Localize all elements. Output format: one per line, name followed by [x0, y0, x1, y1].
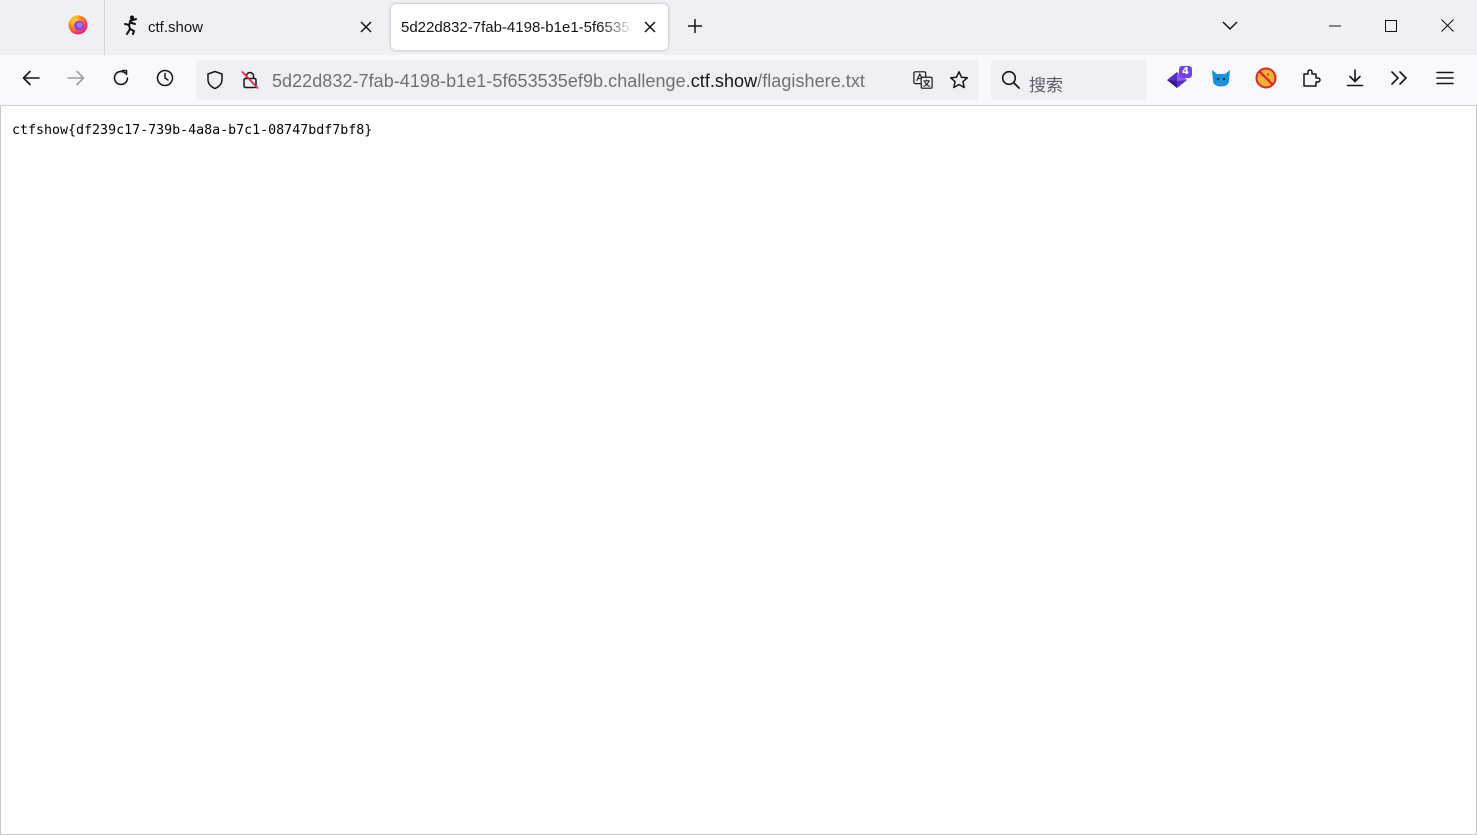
- list-all-tabs-button[interactable]: [1214, 11, 1246, 43]
- download-icon: [1345, 68, 1365, 93]
- url-text[interactable]: 5d22d832-7fab-4198-b1e1-5f653535ef9b.cha…: [272, 71, 865, 92]
- tab-title: ctf.show: [148, 18, 204, 36]
- arrow-left-icon: [22, 70, 40, 91]
- more-tools-button[interactable]: [1383, 64, 1417, 96]
- maximize-button[interactable]: [1362, 0, 1419, 55]
- shield-icon[interactable]: [205, 70, 225, 90]
- hamburger-menu-icon: [1436, 71, 1454, 90]
- puzzle-piece-icon: [1301, 68, 1321, 93]
- minimize-button[interactable]: [1306, 0, 1363, 55]
- minimize-icon: [1328, 19, 1341, 37]
- blocked-cookie-extension-icon: [1255, 67, 1277, 94]
- url-prefix: 5d22d832-7fab-4198-b1e1-5f653535ef9b.cha…: [272, 71, 691, 91]
- extension-badge: 4: [1179, 66, 1192, 78]
- extension-button-orange[interactable]: [1249, 64, 1283, 96]
- firefox-logo-icon: [67, 14, 89, 41]
- close-window-button[interactable]: [1419, 0, 1476, 55]
- search-bar[interactable]: 搜索: [991, 60, 1147, 100]
- history-button[interactable]: [148, 64, 182, 96]
- flag-text: ctfshow{df239c17-739b-4a8a-b7c1-08747bdf…: [12, 123, 373, 138]
- blue-cat-extension-icon: [1210, 68, 1232, 93]
- insecure-lock-icon[interactable]: [240, 70, 260, 90]
- translate-icon[interactable]: [913, 70, 933, 90]
- reload-icon: [112, 69, 130, 92]
- purple-diamond-extension-icon: 4: [1165, 66, 1192, 92]
- tab-title: 5d22d832-7fab-4198-b1e1-5f653535ef9b.cha…: [401, 18, 633, 36]
- firefox-view-button[interactable]: [52, 4, 104, 50]
- double-chevron-right-icon: [1390, 70, 1410, 91]
- extension-button-blue-cat[interactable]: [1204, 64, 1238, 96]
- arrow-right-icon: [67, 70, 85, 91]
- plus-icon: [687, 18, 703, 39]
- star-icon[interactable]: [949, 70, 969, 90]
- maximize-icon: [1384, 19, 1397, 37]
- tab-ctfshow[interactable]: ctf.show: [112, 4, 384, 50]
- back-button[interactable]: [14, 64, 48, 96]
- url-path: /flagishere.txt: [757, 71, 865, 91]
- chevron-down-icon: [1222, 18, 1238, 36]
- reload-button[interactable]: [104, 64, 138, 96]
- close-tab-icon[interactable]: [356, 17, 376, 37]
- new-tab-button[interactable]: [680, 13, 710, 43]
- clock-icon: [156, 69, 174, 92]
- url-host: ctf.show: [690, 71, 758, 91]
- tab-separator: [104, 0, 105, 55]
- forward-button[interactable]: [59, 64, 93, 96]
- address-bar[interactable]: 5d22d832-7fab-4198-b1e1-5f653535ef9b.cha…: [196, 60, 979, 100]
- tab-strip: ctf.show 5d22d832-7fab-4198-b1e1-5f65353…: [0, 0, 1477, 55]
- close-tab-icon[interactable]: [640, 17, 660, 37]
- extension-button-purple[interactable]: 4: [1160, 64, 1194, 96]
- navigation-toolbar: 5d22d832-7fab-4198-b1e1-5f653535ef9b.cha…: [0, 55, 1477, 106]
- search-icon: [1001, 70, 1021, 90]
- tab-flag-file[interactable]: 5d22d832-7fab-4198-b1e1-5f653535ef9b.cha…: [391, 4, 668, 50]
- downloads-button[interactable]: [1338, 64, 1372, 96]
- ctfshow-runner-icon: [122, 15, 140, 39]
- close-icon: [1441, 18, 1454, 37]
- search-placeholder: 搜索: [1029, 76, 1063, 96]
- page-content: ctfshow{df239c17-739b-4a8a-b7c1-08747bdf…: [0, 106, 1477, 835]
- extensions-button[interactable]: [1294, 64, 1328, 96]
- app-menu-button[interactable]: [1428, 64, 1462, 96]
